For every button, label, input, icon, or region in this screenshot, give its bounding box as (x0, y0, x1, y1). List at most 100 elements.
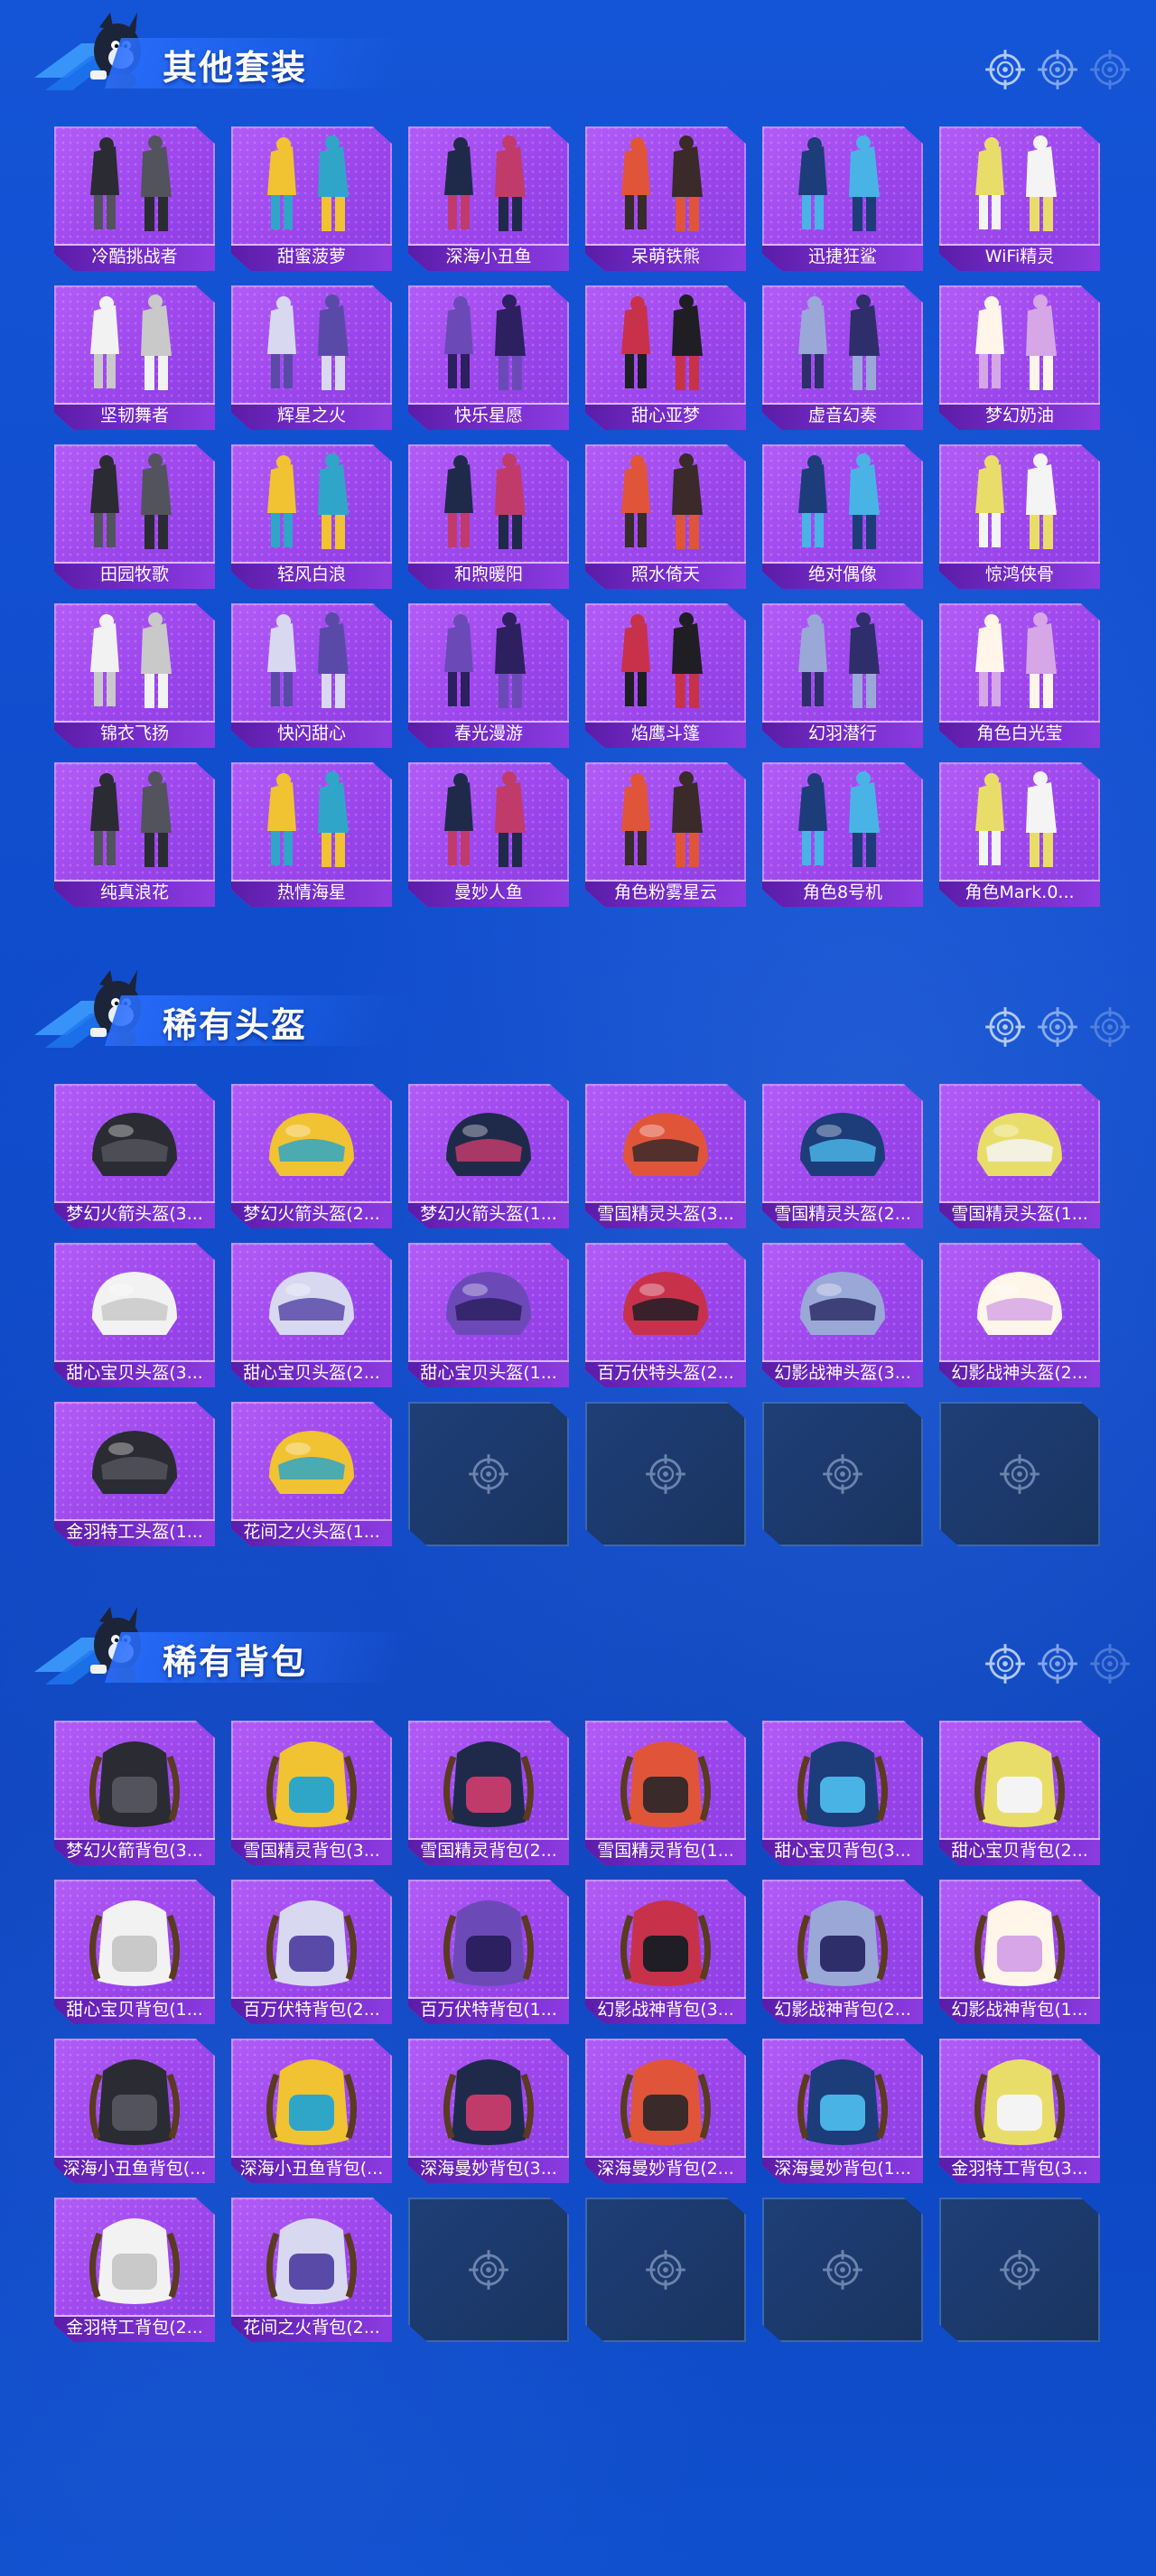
item-name: 百万伏特背包(1... (420, 2000, 557, 2020)
item-card[interactable]: 春光漫游 (408, 603, 569, 748)
outfit-image (798, 771, 880, 867)
item-card[interactable]: 甜心宝贝头盔(3... (54, 1243, 215, 1387)
item-card[interactable]: 甜心宝贝背包(2... (939, 1721, 1100, 1865)
item-card[interactable]: 坚韧舞者 (54, 285, 215, 430)
outfit-image (267, 135, 349, 231)
empty-slot (585, 2198, 746, 2342)
helmet-image (269, 1272, 354, 1335)
item-name: 角色8号机 (802, 882, 883, 902)
item-card[interactable]: 雪国精灵背包(1... (585, 1721, 746, 1865)
target-icon (1037, 1643, 1078, 1689)
item-card[interactable]: 和煦暖阳 (408, 444, 569, 589)
item-name: 百万伏特头盔(2... (597, 1363, 734, 1383)
item-card[interactable]: 深海曼妙背包(2... (585, 2039, 746, 2183)
item-card[interactable]: 冷酷挑战者 (54, 126, 215, 271)
item-card[interactable]: 照水倚天 (585, 444, 746, 589)
item-card[interactable]: 梦幻火箭头盔(3... (54, 1084, 215, 1228)
item-card[interactable]: 雪国精灵头盔(3... (585, 1084, 746, 1228)
item-name: 角色白光莹 (976, 723, 1063, 743)
item-card[interactable]: 花间之火头盔(1... (231, 1402, 392, 1546)
item-card[interactable]: 角色白光莹 (939, 603, 1100, 748)
item-card[interactable]: 甜心宝贝头盔(2... (231, 1243, 392, 1387)
item-card[interactable]: 角色Mark.0... (939, 762, 1100, 907)
item-card[interactable]: 田园牧歌 (54, 444, 215, 589)
item-card[interactable]: 金羽特工头盔(1... (54, 1402, 215, 1546)
outfit-image (90, 294, 172, 390)
item-card[interactable]: 幻影战神头盔(2... (939, 1243, 1100, 1387)
item-card[interactable]: 甜心宝贝背包(1... (54, 1880, 215, 2024)
item-card[interactable]: 雪国精灵头盔(1... (939, 1084, 1100, 1228)
item-card[interactable]: 绝对偶像 (762, 444, 923, 589)
backpack-image (89, 2218, 181, 2304)
item-card[interactable]: 迅捷狂鲨 (762, 126, 923, 271)
item-name: 角色Mark.0... (965, 882, 1075, 902)
item-card[interactable]: 快闪甜心 (231, 603, 392, 748)
helmet-image (800, 1113, 885, 1176)
outfit-image (975, 294, 1057, 390)
item-card[interactable]: 深海曼妙背包(3... (408, 2039, 569, 2183)
item-card[interactable]: 角色8号机 (762, 762, 923, 907)
item-name: 深海曼妙背包(3... (420, 2159, 557, 2179)
item-card[interactable]: 虚音幻奏 (762, 285, 923, 430)
item-card[interactable]: 百万伏特背包(1... (408, 1880, 569, 2024)
target-icon (1089, 49, 1131, 95)
item-card[interactable]: 甜心亚梦 (585, 285, 746, 430)
item-card[interactable]: 锦衣飞扬 (54, 603, 215, 748)
item-card[interactable]: 呆萌铁熊 (585, 126, 746, 271)
target-decoration (984, 49, 1130, 90)
item-card[interactable]: 梦幻火箭头盔(1... (408, 1084, 569, 1228)
item-card[interactable]: 焰鹰斗篷 (585, 603, 746, 748)
item-card[interactable]: 甜心宝贝背包(3... (762, 1721, 923, 1865)
item-card[interactable]: 热情海星 (231, 762, 392, 907)
item-card[interactable]: WiFi精灵 (939, 126, 1100, 271)
helmet-image (446, 1113, 531, 1176)
outfit-image (621, 612, 703, 708)
item-card[interactable]: 曼妙人鱼 (408, 762, 569, 907)
item-card[interactable]: 角色粉雾星云 (585, 762, 746, 907)
item-card[interactable]: 雪国精灵背包(3... (231, 1721, 392, 1865)
outfit-image (90, 135, 172, 231)
item-card[interactable]: 纯真浪花 (54, 762, 215, 907)
item-name: 雪国精灵背包(3... (243, 1841, 380, 1861)
empty-slot (939, 1402, 1100, 1546)
item-card[interactable]: 惊鸿侠骨 (939, 444, 1100, 589)
item-name: 甜心亚梦 (630, 406, 700, 425)
item-card[interactable]: 金羽特工背包(3... (939, 2039, 1100, 2183)
item-card[interactable]: 甜心宝贝头盔(1... (408, 1243, 569, 1387)
item-name: 甜心宝贝背包(1... (66, 2000, 203, 2020)
item-card[interactable]: 深海小丑鱼背包(... (231, 2039, 392, 2183)
item-card[interactable]: 雪国精灵头盔(2... (762, 1084, 923, 1228)
item-name: 甜蜜菠萝 (276, 247, 346, 266)
item-card[interactable]: 幻影战神背包(3... (585, 1880, 746, 2024)
section-header: 其他套装 (27, 0, 1130, 99)
empty-slot (762, 2198, 923, 2342)
target-decoration (984, 1006, 1130, 1048)
item-name: 梦幻火箭背包(3... (66, 1841, 203, 1861)
item-card[interactable]: 梦幻火箭背包(3... (54, 1721, 215, 1865)
item-name: 甜心宝贝头盔(2... (243, 1363, 380, 1383)
backpack-image (620, 1900, 712, 1986)
backpack-image (974, 1741, 1066, 1827)
item-card[interactable]: 甜蜜菠萝 (231, 126, 392, 271)
backpack-image (266, 2218, 358, 2304)
item-card[interactable]: 幻影战神背包(2... (762, 1880, 923, 2024)
item-name: 花间之火头盔(1... (243, 1522, 380, 1542)
item-card[interactable]: 幻羽潜行 (762, 603, 923, 748)
item-card[interactable]: 梦幻火箭头盔(2... (231, 1084, 392, 1228)
item-card[interactable]: 金羽特工背包(2... (54, 2198, 215, 2342)
item-card[interactable]: 深海曼妙背包(1... (762, 2039, 923, 2183)
item-card[interactable]: 辉星之火 (231, 285, 392, 430)
item-name: WiFi精灵 (984, 247, 1055, 266)
outfit-image (444, 612, 526, 708)
item-card[interactable]: 雪国精灵背包(2... (408, 1721, 569, 1865)
item-card[interactable]: 幻影战神头盔(3... (762, 1243, 923, 1387)
item-card[interactable]: 百万伏特背包(2... (231, 1880, 392, 2024)
item-card[interactable]: 深海小丑鱼 (408, 126, 569, 271)
item-card[interactable]: 幻影战神背包(1... (939, 1880, 1100, 2024)
item-card[interactable]: 梦幻奶油 (939, 285, 1100, 430)
item-card[interactable]: 百万伏特头盔(2... (585, 1243, 746, 1387)
item-card[interactable]: 轻风白浪 (231, 444, 392, 589)
item-card[interactable]: 快乐星愿 (408, 285, 569, 430)
item-card[interactable]: 深海小丑鱼背包(... (54, 2039, 215, 2183)
item-card[interactable]: 花间之火背包(2... (231, 2198, 392, 2342)
